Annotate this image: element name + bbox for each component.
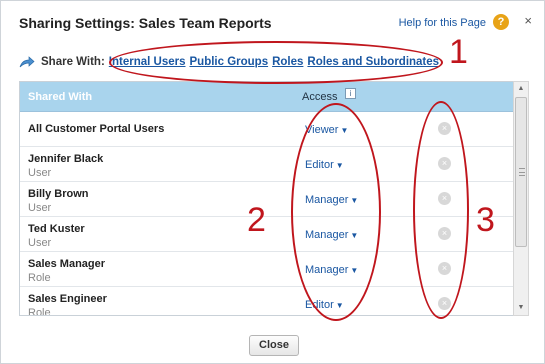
scroll-down-icon[interactable]: ▼ bbox=[516, 303, 526, 313]
column-header-access: Access bbox=[302, 91, 338, 103]
row-type: User bbox=[28, 202, 52, 214]
close-button[interactable]: Close bbox=[249, 335, 299, 356]
row-type: User bbox=[28, 237, 52, 249]
row-name: Ted Kuster bbox=[28, 223, 85, 235]
help-link[interactable]: Help for this Page bbox=[399, 17, 486, 29]
annotation-number-2: 2 bbox=[247, 201, 266, 239]
help-icon[interactable]: ? bbox=[493, 14, 509, 30]
annotation-ellipse-share-links bbox=[109, 41, 443, 84]
scroll-thumb[interactable] bbox=[515, 97, 527, 247]
info-icon[interactable]: i bbox=[345, 88, 356, 99]
close-icon[interactable]: × bbox=[524, 13, 532, 28]
annotation-ellipse-remove bbox=[413, 101, 469, 319]
scroll-up-icon[interactable]: ▲ bbox=[516, 84, 526, 94]
row-name: Sales Manager bbox=[28, 258, 106, 270]
dialog-title: Sharing Settings: Sales Team Reports bbox=[19, 15, 272, 31]
annotation-ellipse-access bbox=[291, 103, 381, 321]
sharing-settings-dialog: Sharing Settings: Sales Team Reports Hel… bbox=[0, 0, 545, 364]
row-name: All Customer Portal Users bbox=[28, 123, 165, 135]
row-type: Role bbox=[28, 307, 51, 316]
row-name: Jennifer Black bbox=[28, 153, 104, 165]
row-type: Role bbox=[28, 272, 51, 284]
row-name: Sales Engineer bbox=[28, 293, 107, 305]
column-header-shared-with: Shared With bbox=[28, 91, 93, 103]
share-arrow-icon bbox=[19, 55, 35, 69]
table-scrollbar[interactable]: ▲ ▼ bbox=[513, 81, 529, 316]
share-with-label: Share With: bbox=[41, 56, 105, 68]
row-name: Billy Brown bbox=[28, 188, 89, 200]
row-type: User bbox=[28, 167, 52, 179]
annotation-number-3: 3 bbox=[476, 201, 495, 239]
annotation-number-1: 1 bbox=[449, 33, 468, 71]
grip-icon bbox=[519, 168, 525, 176]
